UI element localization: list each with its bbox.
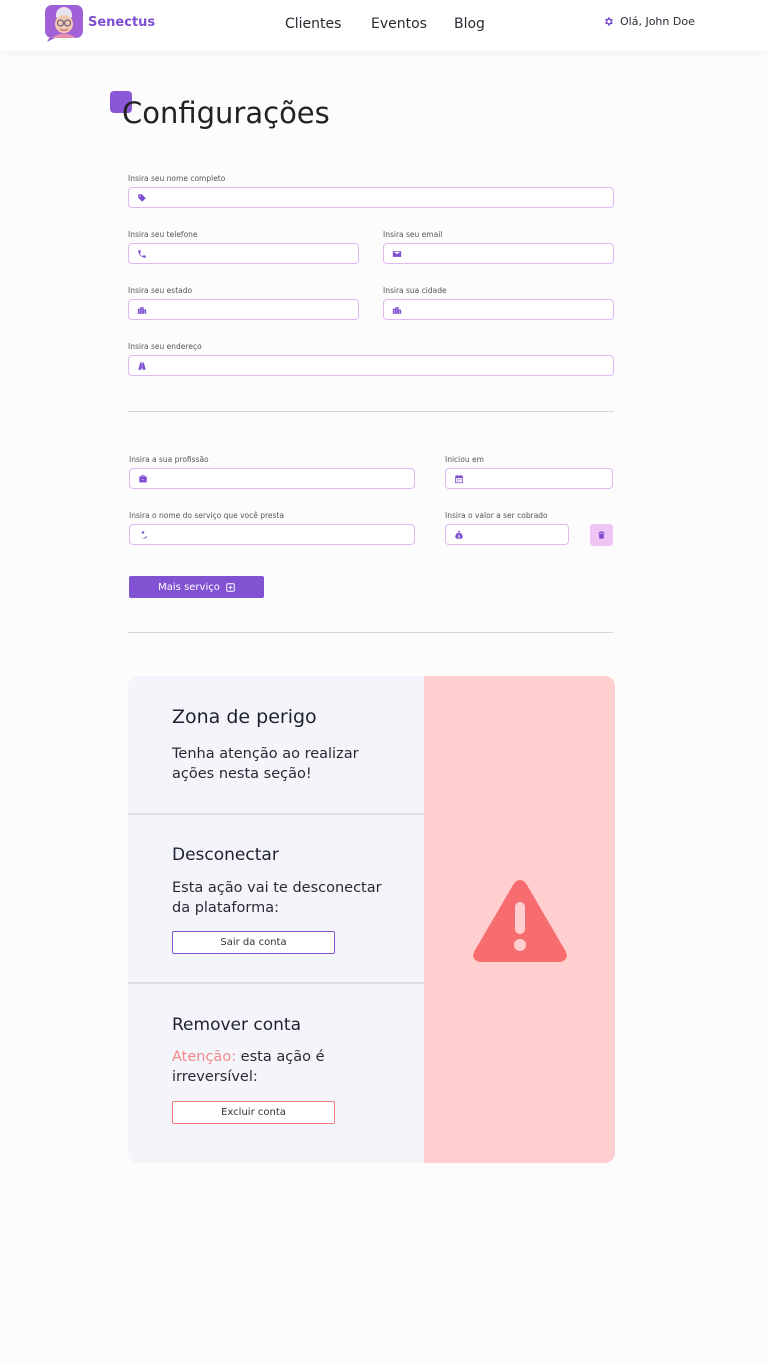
price-label: Insira o valor a ser cobrado — [445, 511, 548, 520]
gear-icon — [605, 17, 613, 26]
envelope-icon — [392, 251, 402, 257]
address-input[interactable] — [129, 356, 613, 375]
phone-input[interactable] — [129, 244, 358, 263]
city-input[interactable] — [384, 300, 613, 319]
user-menu[interactable]: Olá, John Doe — [603, 15, 695, 28]
email-input[interactable] — [384, 244, 613, 263]
tag-icon — [138, 194, 146, 202]
profession-input[interactable] — [130, 469, 414, 488]
service-label: Insira o nome do serviço que você presta — [129, 511, 284, 520]
disconnect-text: Esta ação vai te desconectar da platafor… — [172, 880, 382, 916]
brand-name[interactable]: Senectus — [88, 15, 155, 30]
city-icon — [392, 307, 402, 314]
user-greeting: Olá, John Doe — [620, 15, 695, 28]
remove-account-title: Remover conta — [172, 1015, 301, 1035]
price-input[interactable] — [446, 525, 568, 544]
delete-service-button[interactable] — [590, 524, 613, 546]
email-label: Insira seu email — [383, 230, 443, 239]
danger-zone-subtitle: Tenha atenção ao realizar ações nesta se… — [172, 746, 359, 782]
disconnect-title: Desconectar — [172, 845, 279, 865]
add-service-label: Mais serviço — [158, 581, 220, 593]
city-icon — [137, 307, 147, 314]
profession-field[interactable] — [129, 468, 415, 489]
senectus-logo-icon[interactable] — [45, 5, 83, 42]
remove-account-text: Atenção: esta ação é irreversível: — [172, 1047, 402, 1087]
name-input[interactable] — [129, 188, 613, 207]
trash-icon — [598, 531, 605, 539]
remove-warning: Atenção: — [172, 1049, 237, 1065]
danger-zone-card: Zona de perigo Tenha atenção ao realizar… — [128, 676, 615, 1163]
plus-square-icon — [226, 582, 235, 592]
nav-blog[interactable]: Blog — [454, 16, 485, 32]
city-field[interactable] — [383, 299, 614, 320]
name-label: Insira seu nome completo — [128, 174, 226, 183]
started-field[interactable] — [445, 468, 613, 489]
calendar-icon — [455, 474, 463, 484]
logout-button[interactable]: Sair da conta — [172, 931, 335, 954]
road-icon — [138, 362, 146, 370]
danger-zone-title: Zona de perigo — [172, 706, 317, 728]
started-label: Iniciou em — [445, 455, 484, 464]
service-field[interactable] — [129, 524, 415, 545]
profession-label: Insira a sua profissão — [129, 455, 209, 464]
email-field[interactable] — [383, 243, 614, 264]
hand-holding-icon — [138, 531, 148, 539]
address-label: Insira seu endereço — [128, 342, 202, 351]
phone-icon — [138, 250, 146, 258]
danger-divider — [128, 813, 424, 815]
state-input[interactable] — [129, 300, 358, 319]
briefcase-icon — [139, 475, 147, 483]
phone-label: Insira seu telefone — [128, 230, 198, 239]
started-input[interactable] — [446, 469, 612, 488]
address-field[interactable] — [128, 355, 614, 376]
section-divider — [128, 411, 614, 412]
danger-divider — [128, 982, 424, 984]
money-bag-icon — [455, 530, 463, 539]
city-label: Insira sua cidade — [383, 286, 447, 295]
price-field[interactable] — [445, 524, 569, 545]
nav-eventos[interactable]: Eventos — [371, 16, 427, 32]
top-navbar: Senectus Clientes Eventos Blog Olá, John… — [0, 0, 768, 51]
phone-field[interactable] — [128, 243, 359, 264]
delete-account-button[interactable]: Excluir conta — [172, 1101, 335, 1124]
name-field[interactable] — [128, 187, 614, 208]
state-label: Insira seu estado — [128, 286, 193, 295]
service-input[interactable] — [130, 525, 414, 544]
warning-triangle-icon — [473, 880, 567, 962]
add-service-button[interactable]: Mais serviço — [129, 576, 264, 598]
state-field[interactable] — [128, 299, 359, 320]
danger-illustration-panel — [424, 676, 615, 1163]
nav-clientes[interactable]: Clientes — [285, 16, 341, 32]
section-divider — [128, 632, 613, 633]
page-title: Configurações — [122, 96, 330, 130]
